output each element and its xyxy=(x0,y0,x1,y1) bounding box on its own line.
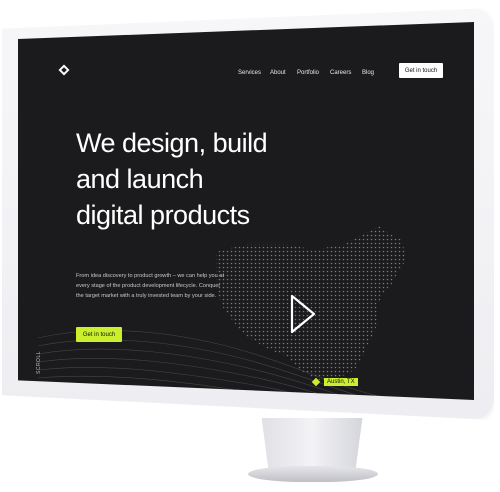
nav-portfolio[interactable]: Portfolio xyxy=(297,70,319,76)
scroll-indicator[interactable]: SCROLL xyxy=(36,351,42,374)
logo-icon[interactable] xyxy=(58,64,70,76)
monitor-stand xyxy=(261,418,363,472)
hero-description: From idea discovery to product growth – … xyxy=(76,273,224,299)
location-pin-icon xyxy=(311,377,321,386)
play-icon[interactable] xyxy=(290,294,316,334)
nav-blog[interactable]: Blog xyxy=(362,70,374,76)
location-marker[interactable]: Austin, TX xyxy=(311,377,358,386)
get-in-touch-hero-button[interactable]: Get in touch xyxy=(76,327,122,342)
location-label: Austin, TX xyxy=(324,377,358,386)
nav-careers[interactable]: Careers xyxy=(330,70,351,76)
nav-services[interactable]: Services xyxy=(238,70,261,76)
hero-headline-line-3: digital products xyxy=(76,200,250,230)
nav-about[interactable]: About xyxy=(270,70,286,76)
hero-headline-line-1: We design, build xyxy=(76,128,268,158)
monitor-stand-base xyxy=(248,466,378,482)
hero-headline-line-2: and launch xyxy=(76,164,204,194)
get-in-touch-nav-button[interactable]: Get in touch xyxy=(399,63,443,78)
website-screen: Services About Portfolio Careers Blog Ge… xyxy=(18,22,474,400)
